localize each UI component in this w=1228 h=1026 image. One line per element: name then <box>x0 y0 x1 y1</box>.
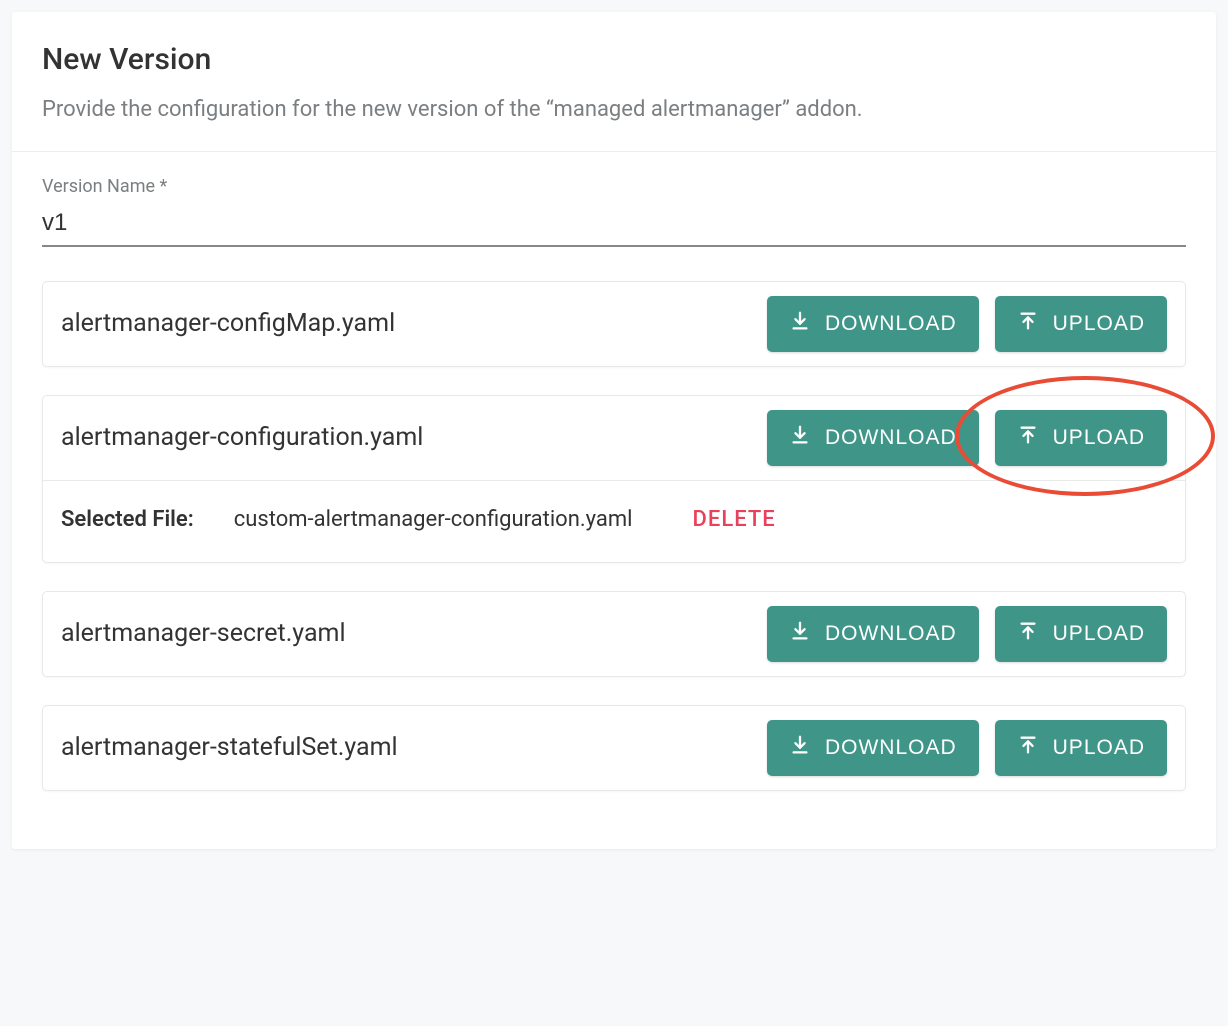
upload-button-label: UPLOAD <box>1053 426 1145 450</box>
download-button-label: DOWNLOAD <box>825 622 957 646</box>
file-button-group: DOWNLOAD UPLOAD <box>767 720 1167 776</box>
download-icon <box>789 424 811 452</box>
upload-button-label: UPLOAD <box>1053 622 1145 646</box>
file-row: alertmanager-configMap.yaml DOWNLOAD UPLOA… <box>42 281 1186 367</box>
file-button-group: DOWNLOAD UPLOAD <box>767 410 1167 466</box>
card-body: Version Name * alertmanager-configMap.ya… <box>12 151 1216 849</box>
file-button-group: DOWNLOAD UPLOAD <box>767 606 1167 662</box>
file-name: alertmanager-secret.yaml <box>61 619 346 648</box>
download-button[interactable]: DOWNLOAD <box>767 410 979 466</box>
file-row-main: alertmanager-configuration.yaml DOWNLOAD U… <box>43 396 1185 480</box>
download-button-label: DOWNLOAD <box>825 312 957 336</box>
download-button[interactable]: DOWNLOAD <box>767 606 979 662</box>
upload-button-label: UPLOAD <box>1053 736 1145 760</box>
version-name-label: Version Name * <box>42 176 1186 197</box>
download-icon <box>789 310 811 338</box>
file-row-main: alertmanager-secret.yaml DOWNLOAD UPLOAD <box>43 592 1185 676</box>
download-icon <box>789 734 811 762</box>
upload-icon <box>1017 310 1039 338</box>
upload-highlight-wrap: UPLOAD <box>995 410 1167 466</box>
new-version-card: New Version Provide the configuration fo… <box>12 12 1216 849</box>
download-button[interactable]: DOWNLOAD <box>767 720 979 776</box>
upload-button[interactable]: UPLOAD <box>995 410 1167 466</box>
file-button-group: DOWNLOAD UPLOAD <box>767 296 1167 352</box>
file-row: alertmanager-configuration.yaml DOWNLOAD U… <box>42 395 1186 563</box>
version-name-input[interactable] <box>42 203 1186 247</box>
file-row: alertmanager-statefulSet.yaml DOWNLOAD UPL… <box>42 705 1186 791</box>
upload-icon <box>1017 620 1039 648</box>
upload-button[interactable]: UPLOAD <box>995 606 1167 662</box>
file-name: alertmanager-configuration.yaml <box>61 423 423 452</box>
upload-icon <box>1017 424 1039 452</box>
card-header: New Version Provide the configuration fo… <box>12 12 1216 151</box>
download-button[interactable]: DOWNLOAD <box>767 296 979 352</box>
upload-button[interactable]: UPLOAD <box>995 720 1167 776</box>
file-name: alertmanager-configMap.yaml <box>61 309 395 338</box>
download-button-label: DOWNLOAD <box>825 736 957 760</box>
file-name: alertmanager-statefulSet.yaml <box>61 733 398 762</box>
page-title: New Version <box>42 42 1186 77</box>
upload-icon <box>1017 734 1039 762</box>
selected-file-row: Selected File: custom-alertmanager-config… <box>43 480 1185 562</box>
delete-button[interactable]: DELETE <box>693 507 776 532</box>
download-icon <box>789 620 811 648</box>
upload-button[interactable]: UPLOAD <box>995 296 1167 352</box>
download-button-label: DOWNLOAD <box>825 426 957 450</box>
file-row: alertmanager-secret.yaml DOWNLOAD UPLOAD <box>42 591 1186 677</box>
selected-file-label: Selected File: <box>61 507 194 532</box>
page-subtitle: Provide the configuration for the new ve… <box>42 95 1186 125</box>
upload-button-label: UPLOAD <box>1053 312 1145 336</box>
file-row-main: alertmanager-configMap.yaml DOWNLOAD UPLOA… <box>43 282 1185 366</box>
file-row-main: alertmanager-statefulSet.yaml DOWNLOAD UPL… <box>43 706 1185 790</box>
selected-file-name: custom-alertmanager-configuration.yaml <box>234 507 633 532</box>
